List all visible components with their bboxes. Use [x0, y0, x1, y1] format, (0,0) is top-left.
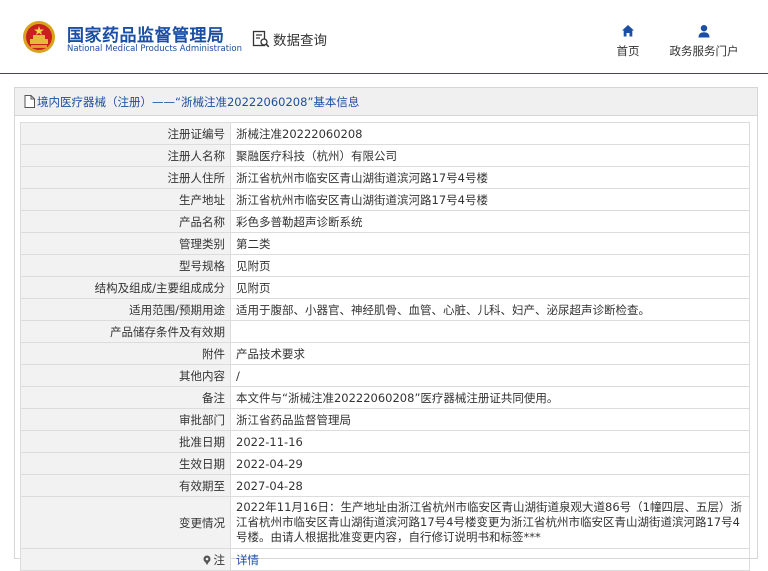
field-label: 注册人住所 — [20, 166, 231, 189]
org-name-cn: 国家药品监督管理局 — [67, 26, 225, 46]
field-value: 2022-11-16 — [230, 430, 750, 453]
field-label: 生产地址 — [20, 188, 231, 211]
field-label: 产品储存条件及有效期 — [20, 320, 231, 343]
nav-service-portal-label: 政务服务门户 — [669, 44, 739, 58]
field-label: 注册人名称 — [20, 144, 231, 167]
table-row: 产品名称 彩色多普勒超声诊断系统 — [20, 210, 750, 233]
panel-header: 境内医疗器械（注册）——“浙械注准20222060208”基本信息 — [15, 88, 757, 116]
table-row: 生效日期 2022-04-29 — [20, 452, 750, 475]
table-row: 附件 产品技术要求 — [20, 342, 750, 365]
panel-title: 境内医疗器械（注册）——“浙械注准20222060208”基本信息 — [37, 95, 360, 109]
field-value: 见附页 — [230, 276, 750, 299]
details-link[interactable]: 详情 — [230, 548, 750, 571]
table-row: 备注 本文件与“浙械注准20222060208”医疗器械注册证共同使用。 — [20, 386, 750, 409]
nav-home-label: 首页 — [616, 44, 640, 58]
data-query-link[interactable]: 数据查询 — [252, 29, 327, 49]
field-label: 其他内容 — [20, 364, 231, 387]
field-value: 本文件与“浙械注准20222060208”医疗器械注册证共同使用。 — [230, 386, 750, 409]
field-label: 有效期至 — [20, 474, 231, 497]
table-row: 批准日期 2022-11-16 — [20, 430, 750, 453]
table-row: 注 详情 — [20, 548, 750, 571]
table-row: 有效期至 2027-04-28 — [20, 474, 750, 497]
table-row: 注册人名称 聚融医疗科技（杭州）有限公司 — [20, 144, 750, 167]
field-value: 第二类 — [230, 232, 750, 255]
table-row: 变更情况 2022年11月16日：生产地址由浙江省杭州市临安区青山湖街道泉观大道8… — [20, 496, 750, 549]
table-row: 结构及组成/主要组成成分 见附页 — [20, 276, 750, 299]
data-query-label: 数据查询 — [273, 33, 327, 49]
field-value: 适用于腹部、小器官、神经肌骨、血管、心脏、儿科、妇产、泌尿超声诊断检查。 — [230, 298, 750, 321]
header-divider — [0, 73, 768, 74]
table-row: 适用范围/预期用途 适用于腹部、小器官、神经肌骨、血管、心脏、儿科、妇产、泌尿超声… — [20, 298, 750, 321]
note-label: 注 — [213, 552, 226, 567]
field-label: 结构及组成/主要组成成分 — [20, 276, 231, 299]
field-value: / — [230, 364, 750, 387]
field-label: 管理类别 — [20, 232, 231, 255]
nav-home[interactable]: 首页 — [606, 24, 650, 59]
field-value: 2027-04-28 — [230, 474, 750, 497]
nav-service-portal[interactable]: 政务服务门户 — [664, 24, 744, 59]
field-label: 型号规格 — [20, 254, 231, 277]
table-row: 型号规格 见附页 — [20, 254, 750, 277]
info-table: 注册证编号 浙械注准20222060208 注册人名称 聚融医疗科技（杭州）有限公司… — [20, 122, 750, 571]
table-row: 审批部门 浙江省药品监督管理局 — [20, 408, 750, 431]
field-label: 批准日期 — [20, 430, 231, 453]
home-icon — [622, 25, 634, 37]
field-label: 产品名称 — [20, 210, 231, 233]
user-icon — [698, 25, 710, 38]
field-value — [230, 320, 750, 343]
field-label: 生效日期 — [20, 452, 231, 475]
site-header: 国家药品监督管理局 National Medical Products Admi… — [0, 0, 768, 74]
basic-info-panel: 境内医疗器械（注册）——“浙械注准20222060208”基本信息 注册证编号浙… — [14, 87, 758, 571]
field-label: 变更情况 — [20, 496, 231, 549]
field-value: 2022-04-29 — [230, 452, 750, 475]
info-pin-icon — [203, 555, 210, 565]
field-label: 附件 — [20, 342, 231, 365]
org-name-en: National Medical Products Administration — [67, 44, 242, 54]
field-label: 注 — [20, 548, 231, 571]
field-value: 产品技术要求 — [230, 342, 750, 365]
field-value: 浙江省杭州市临安区青山湖街道滨河路17号4号楼 — [230, 188, 750, 211]
table-row: 生产地址 浙江省杭州市临安区青山湖街道滨河路17号4号楼 — [20, 188, 750, 211]
field-value: 浙械注准20222060208 — [230, 122, 750, 145]
field-value: 聚融医疗科技（杭州）有限公司 — [230, 144, 750, 167]
field-value: 见附页 — [230, 254, 750, 277]
field-value: 彩色多普勒超声诊断系统 — [230, 210, 750, 233]
change-history-value: 2022年11月16日：生产地址由浙江省杭州市临安区青山湖街道泉观大道86号（1… — [230, 496, 750, 549]
field-label: 备注 — [20, 386, 231, 409]
table-row: 其他内容 / — [20, 364, 750, 387]
table-row: 管理类别 第二类 — [20, 232, 750, 255]
field-label: 注册证编号 — [20, 122, 231, 145]
table-row: 产品储存条件及有效期 — [20, 320, 750, 343]
field-value: 浙江省杭州市临安区青山湖街道滨河路17号4号楼 — [230, 166, 750, 189]
field-label: 审批部门 — [20, 408, 231, 431]
document-icon — [24, 95, 35, 108]
document-search-icon — [252, 30, 270, 48]
table-row: 注册人住所 浙江省杭州市临安区青山湖街道滨河路17号4号楼 — [20, 166, 750, 189]
field-value: 浙江省药品监督管理局 — [230, 408, 750, 431]
table-row: 注册证编号 浙械注准20222060208 — [20, 122, 750, 145]
national-emblem-icon — [23, 21, 55, 53]
field-label: 适用范围/预期用途 — [20, 298, 231, 321]
